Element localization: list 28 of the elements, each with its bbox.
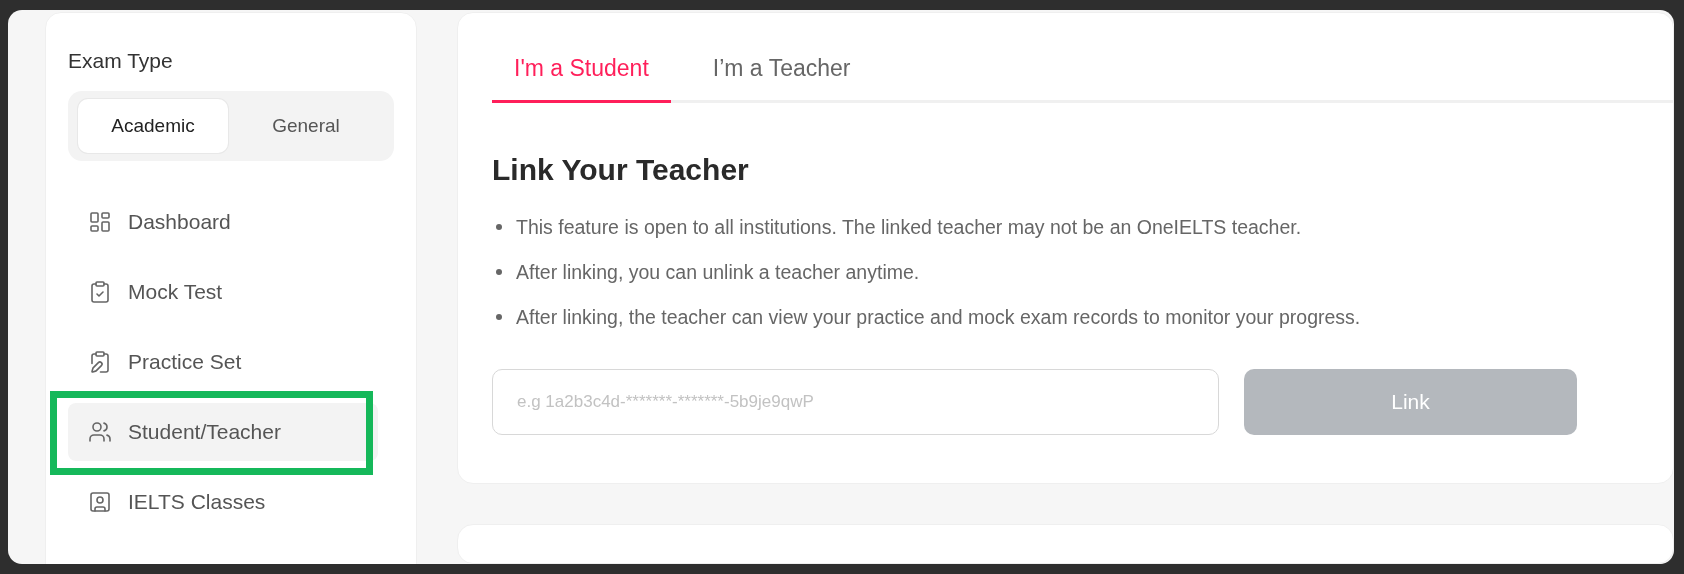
info-bullet: This feature is open to all institutions. The linked teacher may not be an OneIELTS teacher. [516,215,1302,239]
sidebar-item[interactable]: Mock Test [68,263,378,321]
bullet-icon [496,314,502,320]
clipboard-pen-icon [88,350,112,374]
sidebar-item-label: Practice Set [128,350,242,374]
sidebar-item[interactable]: Student/Teacher [68,403,378,461]
sidebar-item-label: IELTS Classes [128,490,266,514]
exam-type-option[interactable]: General [228,99,384,153]
section-heading: Link Your Teacher [492,153,750,187]
dashboard-icon [88,210,112,234]
user-square-icon [88,490,112,514]
role-tab[interactable]: I'm a Student [492,55,671,103]
exam-type-label: Exam Type [68,49,174,73]
info-bullet: After linking, the teacher can view your practice and mock exam records to monitor your progress. [516,305,1361,329]
sidebar-item-label: Mock Test [128,280,223,304]
clipboard-check-icon [88,280,112,304]
sidebar-item-label: Student/Teacher [128,420,281,444]
teacher-code-field[interactable]: e.g 1a2b3c4d-*******-*******-5b9je9qwP [492,369,1219,435]
sidebar-item-label: Dashboard [128,210,231,234]
users-icon [88,420,112,444]
exam-type-option[interactable]: Academic [78,99,228,153]
bullet-icon [496,269,502,275]
role-tab[interactable]: I’m a Teacher [690,55,873,103]
sidebar-item[interactable]: IELTS Classes [68,473,378,531]
sidebar-item[interactable]: Practice Set [68,333,378,391]
info-bullet: After linking, you can unlink a teacher anytime. [516,260,920,284]
bullet-icon [496,224,502,230]
sidebar-item[interactable]: Dashboard [68,193,378,251]
